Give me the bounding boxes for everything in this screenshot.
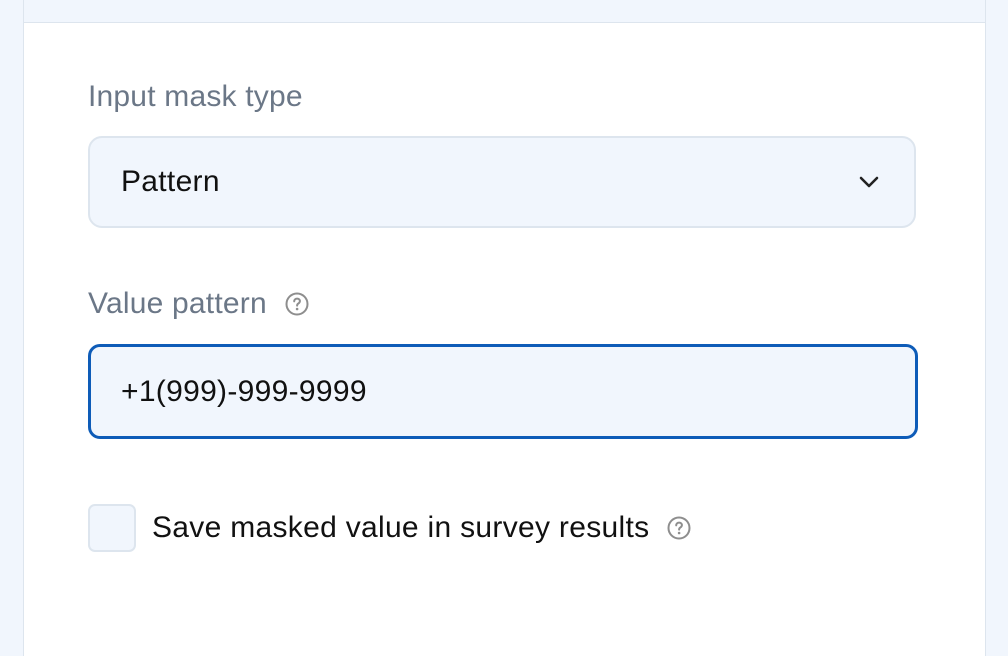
input-mask-type-selected-value: Pattern xyxy=(121,165,220,198)
left-panel-edge xyxy=(0,0,24,656)
value-pattern-label: Value pattern xyxy=(88,287,309,321)
question-circle-icon[interactable] xyxy=(667,516,691,540)
value-pattern-input[interactable] xyxy=(88,344,918,439)
right-panel-edge xyxy=(985,0,1008,656)
property-panel: Input mask type Pattern Value pattern Sa… xyxy=(24,23,985,656)
save-masked-value-row: Save masked value in survey results xyxy=(88,504,691,552)
question-circle-icon[interactable] xyxy=(285,292,309,316)
input-mask-type-label: Input mask type xyxy=(88,80,303,114)
chevron-down-icon xyxy=(859,176,879,188)
value-pattern-label-text: Value pattern xyxy=(88,287,267,320)
input-mask-type-dropdown[interactable]: Pattern xyxy=(88,136,916,228)
save-masked-value-checkbox[interactable] xyxy=(88,504,136,552)
save-masked-value-label[interactable]: Save masked value in survey results xyxy=(152,511,649,545)
input-mask-type-label-text: Input mask type xyxy=(88,80,303,113)
panel-header-band xyxy=(24,0,985,23)
